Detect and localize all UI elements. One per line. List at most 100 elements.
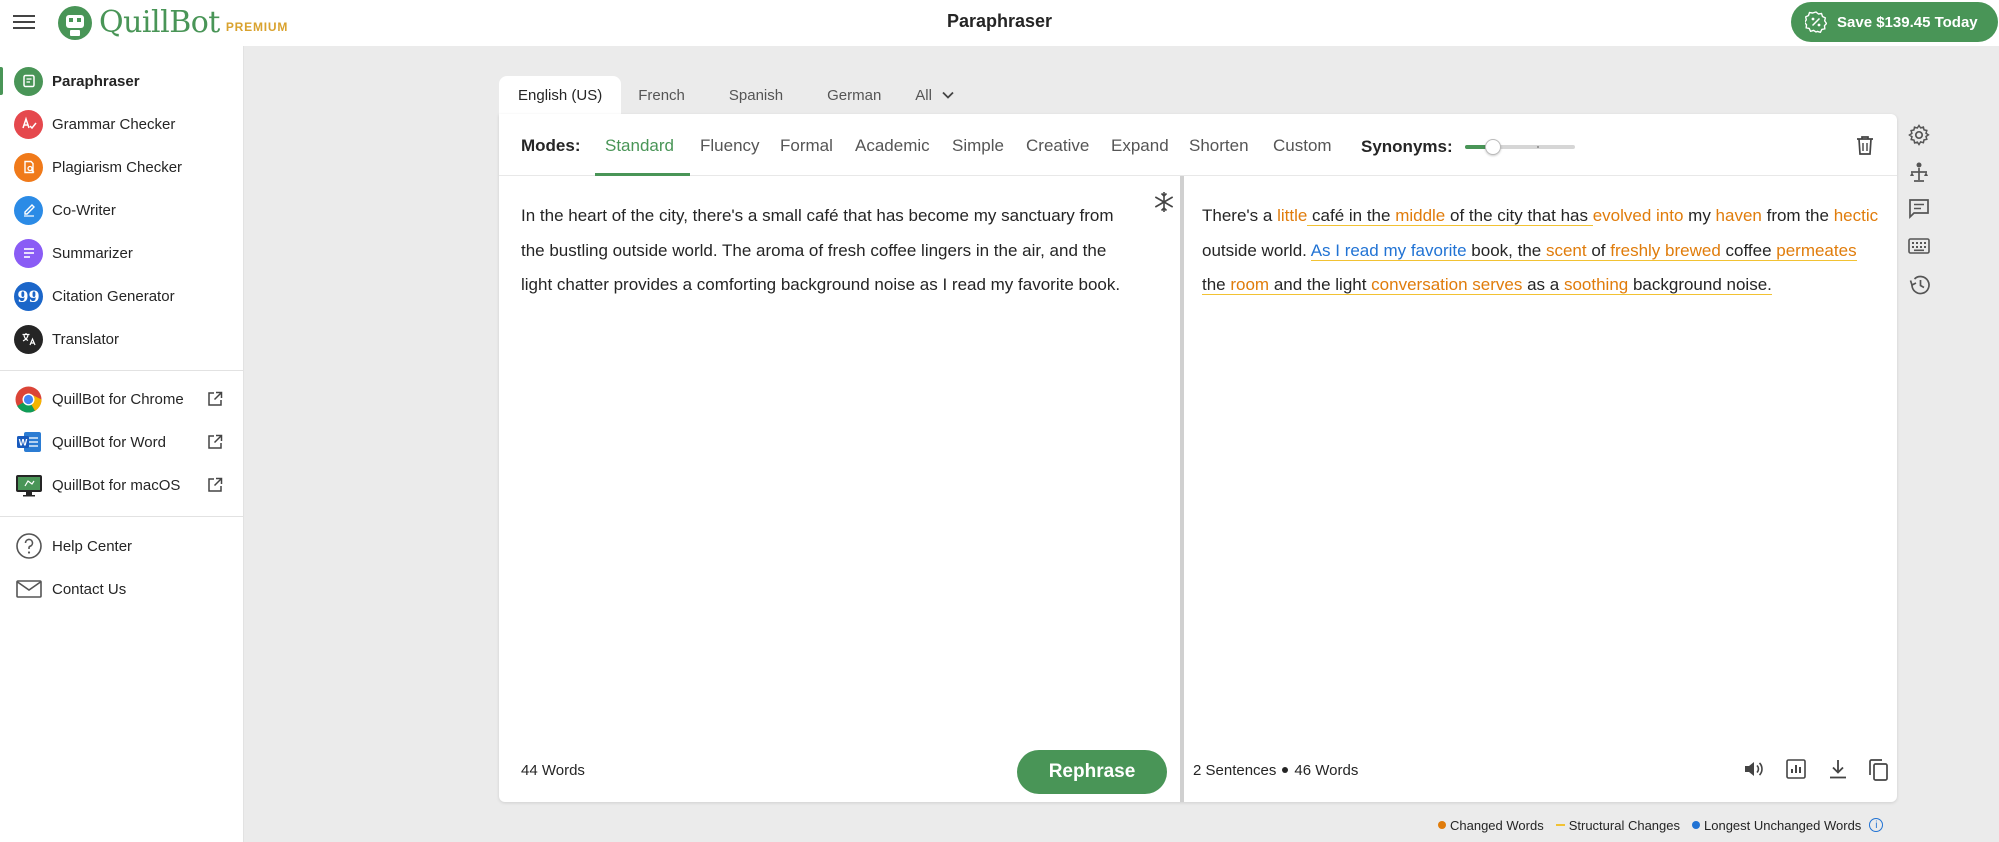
changed-word[interactable]: hectic bbox=[1834, 206, 1878, 225]
sidebar-item-summarizer[interactable]: Summarizer bbox=[0, 233, 243, 273]
sidebar-item-contact-us[interactable]: Contact Us bbox=[0, 569, 243, 609]
synonyms-slider[interactable] bbox=[1465, 139, 1575, 155]
legend-dot bbox=[1692, 821, 1700, 829]
changed-word[interactable]: freshly brewed bbox=[1610, 240, 1721, 261]
settings-icon[interactable] bbox=[1908, 124, 1930, 146]
page-title: Paraphraser bbox=[946, 11, 1053, 31]
output-segment: of bbox=[1586, 240, 1611, 261]
sentence-count: 2 Sentences bbox=[1193, 762, 1277, 779]
modes-label: Modes: bbox=[521, 136, 581, 155]
mode-formal[interactable]: Formal bbox=[780, 136, 833, 156]
legend-label: Longest Unchanged Words bbox=[1704, 817, 1862, 833]
output-segment: book, the bbox=[1466, 240, 1546, 261]
modes-bar: Modes: Standard Fluency Formal Academic … bbox=[499, 114, 1897, 176]
sidebar: Paraphraser Grammar Checker Plagiarism C… bbox=[0, 46, 244, 842]
changed-word[interactable]: middle bbox=[1395, 206, 1446, 226]
mode-expand[interactable]: Expand bbox=[1111, 136, 1169, 156]
sidebar-item-label: Plagiarism Checker bbox=[52, 158, 183, 176]
svg-text:W: W bbox=[18, 438, 27, 448]
keyboard-icon[interactable] bbox=[1908, 237, 1930, 255]
output-text-area[interactable]: There's a little café in the middle of t… bbox=[1202, 199, 1882, 303]
legend-structural-changes: Structural Changes bbox=[1555, 818, 1680, 833]
mode-simple[interactable]: Simple bbox=[952, 136, 1004, 156]
history-icon[interactable] bbox=[1908, 274, 1932, 296]
save-offer-button[interactable]: Save $139.45 Today bbox=[1791, 2, 1998, 42]
compare-modes-icon[interactable] bbox=[1908, 161, 1930, 183]
sidebar-item-grammar-checker[interactable]: Grammar Checker bbox=[0, 104, 243, 144]
copy-icon[interactable] bbox=[1867, 758, 1889, 782]
language-tabs: English (US) French Spanish German All bbox=[499, 76, 954, 114]
top-bar: QuillBot PREMIUM Paraphraser Save $139.4… bbox=[0, 0, 1999, 46]
legend-line bbox=[1555, 824, 1565, 826]
output-segment: outside world. bbox=[1202, 240, 1311, 260]
separator-dot bbox=[1282, 767, 1289, 774]
download-icon[interactable] bbox=[1827, 758, 1849, 780]
sidebar-item-label: Paraphraser bbox=[52, 72, 140, 90]
tab-french[interactable]: French bbox=[638, 76, 685, 114]
tab-german[interactable]: German bbox=[827, 76, 881, 114]
tab-english-us[interactable]: English (US) bbox=[499, 76, 622, 114]
changed-word[interactable]: soothing bbox=[1563, 275, 1629, 295]
feedback-icon[interactable] bbox=[1908, 198, 1930, 220]
paraphraser-card: Modes: Standard Fluency Formal Academic … bbox=[499, 114, 1897, 802]
output-segment: background noise. bbox=[1628, 275, 1772, 295]
mode-standard[interactable]: Standard bbox=[605, 136, 674, 156]
sidebar-divider bbox=[0, 370, 243, 371]
sidebar-item-plagiarism-checker[interactable]: Plagiarism Checker bbox=[0, 147, 243, 187]
help-icon bbox=[14, 532, 43, 561]
legend-label: Changed Words bbox=[1450, 817, 1544, 833]
mode-fluency[interactable]: Fluency bbox=[700, 136, 760, 156]
sidebar-item-label: Citation Generator bbox=[52, 287, 175, 305]
mail-icon bbox=[14, 575, 43, 604]
external-link-icon bbox=[208, 434, 223, 449]
tab-spanish[interactable]: Spanish bbox=[729, 76, 783, 114]
mode-creative[interactable]: Creative bbox=[1026, 136, 1089, 156]
sidebar-item-chrome-extension[interactable]: QuillBot for Chrome bbox=[0, 379, 243, 419]
output-segment: café in the bbox=[1307, 206, 1396, 226]
mode-academic[interactable]: Academic bbox=[855, 136, 930, 156]
external-link-icon bbox=[208, 391, 223, 406]
freeze-words-icon[interactable] bbox=[1152, 190, 1176, 214]
tab-all-languages[interactable]: All bbox=[915, 76, 954, 114]
output-segment: from the bbox=[1761, 206, 1834, 225]
active-mode-indicator bbox=[595, 173, 690, 176]
trash-icon[interactable] bbox=[1856, 135, 1874, 155]
changed-word[interactable]: evolved into bbox=[1593, 206, 1684, 225]
sidebar-divider bbox=[0, 516, 243, 517]
sidebar-item-help-center[interactable]: Help Center bbox=[0, 526, 243, 566]
output-word-count: 46 Words bbox=[1294, 762, 1359, 779]
sidebar-item-word-extension[interactable]: W QuillBot for Word bbox=[0, 422, 243, 462]
grammar-checker-icon bbox=[14, 109, 43, 139]
synonyms-label: Synonyms: bbox=[1361, 137, 1453, 156]
changed-word[interactable]: room bbox=[1230, 275, 1270, 295]
tab-all-label: All bbox=[915, 86, 932, 104]
discount-badge-icon bbox=[1805, 11, 1827, 33]
synonyms-slider-handle[interactable] bbox=[1484, 139, 1501, 155]
sidebar-item-citation-generator[interactable]: 99 Citation Generator bbox=[0, 276, 243, 316]
save-offer-label: Save $139.45 Today bbox=[1837, 13, 1978, 31]
sidebar-item-label: Co-Writer bbox=[52, 201, 116, 219]
output-stats: 2 Sentences 46 Words bbox=[1193, 762, 1358, 779]
mode-custom[interactable]: Custom bbox=[1273, 136, 1332, 156]
info-icon[interactable]: i bbox=[1869, 818, 1884, 832]
input-text-area[interactable]: In the heart of the city, there's a smal… bbox=[521, 199, 1141, 303]
output-segment: There's a bbox=[1202, 206, 1278, 225]
rephrase-button[interactable]: Rephrase bbox=[1017, 750, 1167, 794]
changed-word[interactable]: haven bbox=[1716, 206, 1762, 225]
statistics-icon[interactable] bbox=[1785, 758, 1807, 780]
sidebar-item-co-writer[interactable]: Co-Writer bbox=[0, 190, 243, 230]
mode-shorten[interactable]: Shorten bbox=[1189, 136, 1249, 156]
sidebar-item-paraphraser[interactable]: Paraphraser bbox=[0, 61, 243, 101]
sidebar-item-label: QuillBot for Word bbox=[52, 433, 166, 451]
changed-word[interactable]: scent bbox=[1545, 240, 1587, 261]
sidebar-item-macos-app[interactable]: QuillBot for macOS bbox=[0, 465, 243, 505]
speaker-icon[interactable] bbox=[1742, 758, 1764, 780]
panel-divider[interactable] bbox=[1180, 176, 1184, 802]
output-segment: of the city that has bbox=[1445, 206, 1593, 226]
changed-word[interactable]: permeates bbox=[1776, 240, 1857, 261]
changed-word[interactable]: little bbox=[1277, 206, 1307, 225]
co-writer-icon bbox=[14, 195, 43, 225]
sidebar-item-translator[interactable]: Translator bbox=[0, 319, 243, 359]
changed-word[interactable]: conversation serves bbox=[1371, 275, 1523, 295]
output-segment: the bbox=[1202, 275, 1231, 295]
